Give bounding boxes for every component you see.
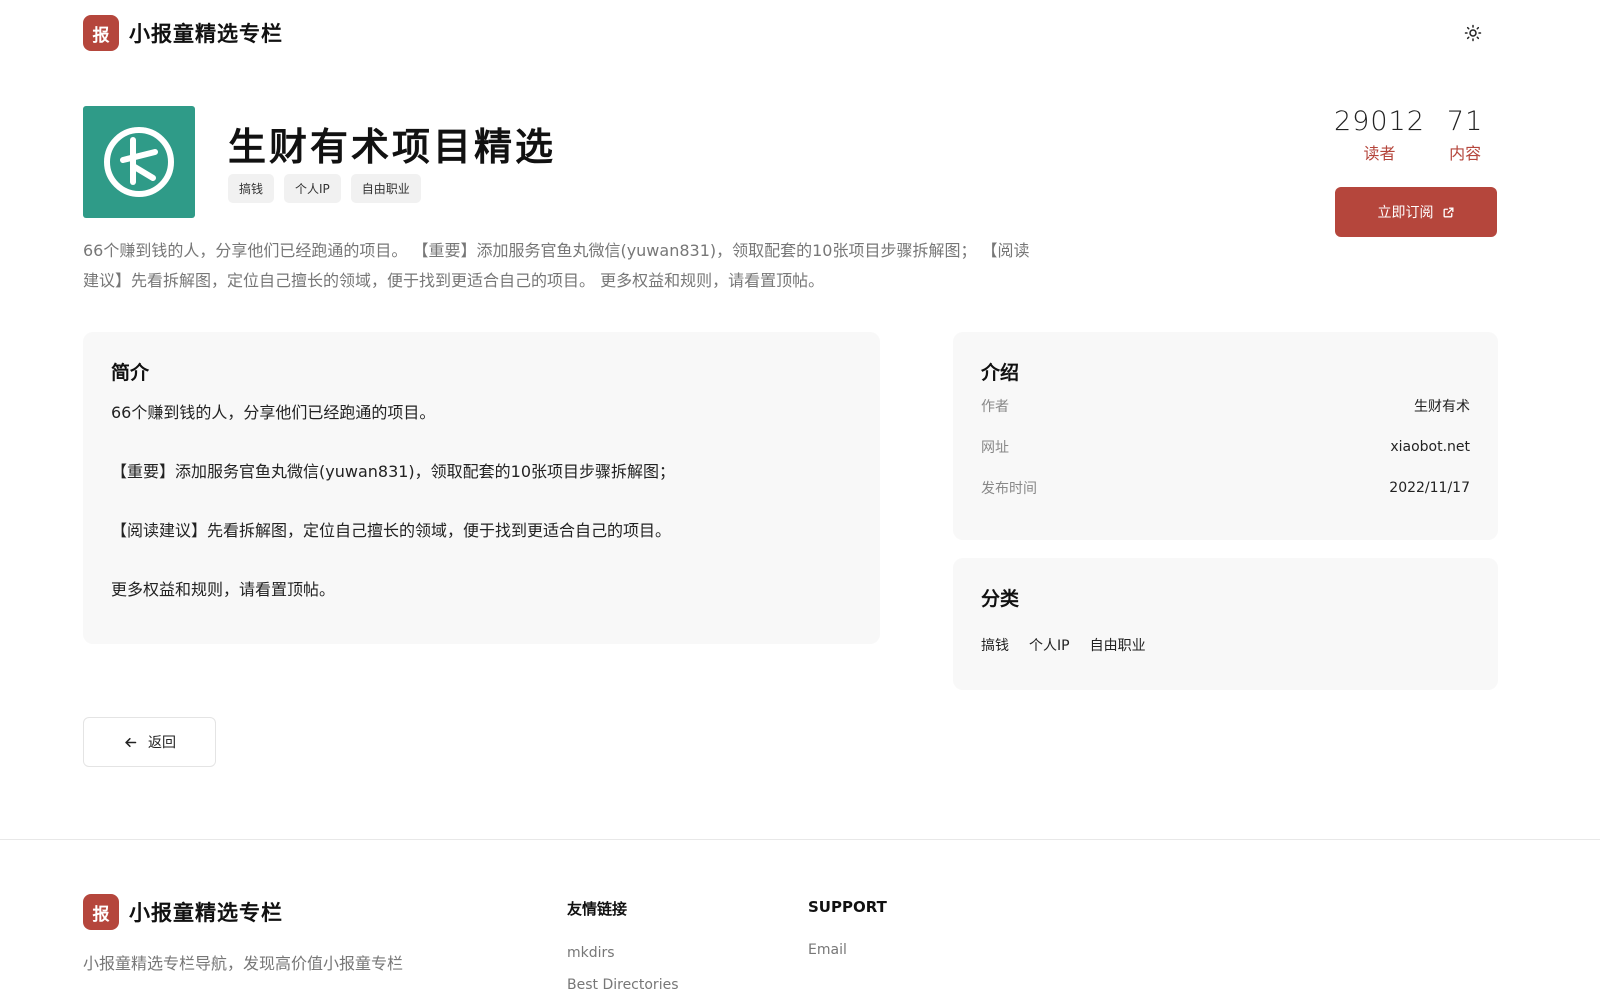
category-title: 分类: [981, 588, 1020, 610]
footer-logo: 报: [83, 894, 119, 930]
column-stats: 29012 读者 71 内容: [1334, 106, 1483, 164]
readers-label: 读者: [1363, 144, 1396, 163]
site-name: 小报童精选专栏: [129, 22, 283, 46]
column-icon: [83, 106, 195, 218]
intro-paragraph: 【阅读建议】先看拆解图，定位自己擅长的领域，便于找到更适合自己的项目。: [111, 521, 672, 540]
external-link-icon: [1442, 206, 1454, 218]
info-title: 介绍: [981, 362, 1020, 384]
readers-count: 29012: [1334, 106, 1425, 137]
info-row-url: 网址 xiaobot.net: [981, 426, 1470, 467]
category-item[interactable]: 搞钱: [981, 635, 1009, 655]
site-brand[interactable]: 报 小报童精选专栏: [83, 15, 283, 51]
arrow-left-icon: [125, 737, 137, 747]
site-logo: 报: [83, 15, 119, 51]
subscribe-label: 立即订阅: [1377, 205, 1434, 221]
footer-friends-title: 友情链接: [567, 900, 628, 918]
back-label: 返回: [148, 735, 176, 751]
top-bar: 报 小报童精选专栏: [0, 0, 1600, 64]
footer-support-column: SUPPORT Email: [808, 898, 887, 958]
footer-site-name: 小报童精选专栏: [129, 901, 283, 925]
info-key: 网址: [981, 439, 1009, 456]
footer-link-best-directories[interactable]: Best Directories: [567, 977, 679, 992]
footer-brand[interactable]: 报 小报童精选专栏: [83, 894, 283, 930]
intro-card: 简介 66个赚到钱的人，分享他们已经跑通的项目。 【重要】添加服务官鱼丸微信(y…: [83, 332, 880, 644]
theme-toggle-button[interactable]: [1460, 20, 1486, 46]
category-item[interactable]: 自由职业: [1090, 635, 1146, 655]
column-tags: 搞钱 个人IP 自由职业: [228, 174, 421, 203]
subscribe-button[interactable]: 立即订阅: [1335, 187, 1497, 237]
contents-count: 71: [1446, 106, 1484, 137]
info-key: 发布时间: [981, 480, 1037, 497]
currency-icon: [104, 127, 174, 197]
info-row-date: 发布时间 2022/11/17: [981, 467, 1470, 508]
intro-paragraph: 66个赚到钱的人，分享他们已经跑通的项目。: [111, 403, 436, 422]
info-value[interactable]: xiaobot.net: [1390, 439, 1470, 455]
footer-tagline: 小报童精选专栏导航，发现高价值小报童专栏: [83, 954, 404, 973]
footer-friends-column: 友情链接 mkdirs Best Directories: [567, 898, 679, 992]
info-value: 2022/11/17: [1389, 479, 1470, 496]
category-card: 分类 搞钱 个人IP 自由职业: [953, 558, 1498, 690]
footer-divider: [0, 839, 1600, 840]
info-value: 生财有术: [1414, 398, 1470, 415]
footer-link-mkdirs[interactable]: mkdirs: [567, 945, 679, 961]
column-title: 生财有术项目精选: [228, 125, 557, 169]
category-item[interactable]: 个人IP: [1029, 635, 1070, 655]
tag-item[interactable]: 搞钱: [228, 174, 275, 203]
contents-stat: 71 内容: [1447, 106, 1483, 164]
info-card: 介绍 作者 生财有术 网址 xiaobot.net 发布时间 2022/11/1…: [953, 332, 1498, 540]
tag-item[interactable]: 个人IP: [284, 174, 341, 203]
info-key: 作者: [981, 398, 1009, 415]
readers-stat: 29012 读者: [1334, 106, 1425, 164]
intro-paragraph: 更多权益和规则，请看置顶帖。: [111, 580, 336, 599]
back-button[interactable]: 返回: [83, 717, 216, 767]
category-list: 搞钱 个人IP 自由职业: [981, 635, 1470, 655]
intro-paragraph: 【重要】添加服务官鱼丸微信(yuwan831)，领取配套的10张项目步骤拆解图；: [111, 462, 676, 481]
footer-link-email[interactable]: Email: [808, 942, 887, 958]
column-description: 66个赚到钱的人，分享他们已经跑通的项目。 【重要】添加服务官鱼丸微信(yuwa…: [83, 241, 1030, 290]
contents-label: 内容: [1449, 144, 1482, 163]
sun-icon: [1464, 24, 1482, 42]
info-row-author: 作者 生财有术: [981, 385, 1470, 426]
intro-title: 简介: [111, 362, 150, 384]
footer-support-title: SUPPORT: [808, 898, 887, 916]
tag-item[interactable]: 自由职业: [350, 174, 421, 203]
